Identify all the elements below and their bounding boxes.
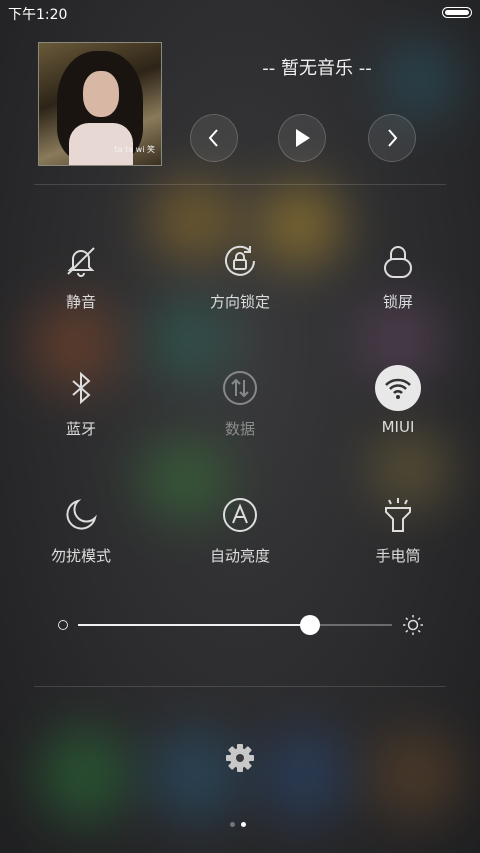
album-caption: ta ta wi 笑 xyxy=(114,145,155,154)
rotation-lock-icon xyxy=(217,238,263,284)
toggle-do-not-disturb[interactable]: 勿扰模式 xyxy=(21,492,141,572)
toggle-rotation-lock[interactable]: 方向锁定 xyxy=(180,238,300,318)
page-indicator xyxy=(230,812,252,831)
play-icon xyxy=(296,129,310,147)
mobile-data-icon xyxy=(217,365,263,411)
play-button[interactable] xyxy=(278,114,326,162)
lock-icon xyxy=(375,238,421,284)
flashlight-icon xyxy=(375,492,421,538)
moon-icon xyxy=(58,492,104,538)
chevron-right-icon xyxy=(388,129,398,147)
next-track-button[interactable] xyxy=(368,114,416,162)
toggle-label: 锁屏 xyxy=(382,293,413,311)
page-dot-active xyxy=(241,822,246,827)
toggle-wifi[interactable]: MIUI xyxy=(338,365,458,445)
bluetooth-icon xyxy=(58,365,104,411)
toggle-label: 方向锁定 xyxy=(209,293,270,311)
toggle-label: 勿扰模式 xyxy=(50,547,111,565)
toggle-flashlight[interactable]: 手电筒 xyxy=(338,492,458,572)
status-time: 下午1:20 xyxy=(8,7,68,23)
toggle-label: 自动亮度 xyxy=(209,547,270,565)
previous-track-button[interactable] xyxy=(190,114,238,162)
settings-button[interactable] xyxy=(222,740,258,776)
toggle-label: 手电筒 xyxy=(375,547,421,565)
slider-thumb[interactable] xyxy=(300,615,321,635)
music-widget: ta ta wi 笑 -- 暂无音乐 -- xyxy=(38,42,446,168)
song-title: -- 暂无音乐 -- xyxy=(262,58,372,79)
slider-track[interactable] xyxy=(78,615,392,635)
toggle-label: 静音 xyxy=(65,293,96,311)
auto-brightness-icon xyxy=(217,492,263,538)
toggle-bluetooth[interactable]: 蓝牙 xyxy=(21,365,141,445)
page-dot xyxy=(230,822,235,827)
toggle-auto-brightness[interactable]: 自动亮度 xyxy=(180,492,300,572)
mute-bell-icon xyxy=(58,238,104,284)
toggle-label: 数据 xyxy=(224,420,255,438)
brightness-slider[interactable] xyxy=(56,614,430,636)
brightness-high-icon xyxy=(403,615,423,635)
toggle-lock-screen[interactable]: 锁屏 xyxy=(338,238,458,318)
divider xyxy=(34,686,446,687)
battery-icon xyxy=(442,7,472,18)
divider xyxy=(34,184,446,185)
album-art[interactable]: ta ta wi 笑 xyxy=(38,42,162,166)
toggle-label: 蓝牙 xyxy=(65,420,96,438)
toggle-mute[interactable]: 静音 xyxy=(21,238,141,318)
wifi-icon xyxy=(375,365,421,411)
gear-icon xyxy=(226,744,254,772)
chevron-left-icon xyxy=(208,129,218,147)
toggle-mobile-data[interactable]: 数据 xyxy=(180,365,300,445)
status-bar: 下午1:20 xyxy=(0,0,480,26)
slider-fill xyxy=(78,624,311,626)
brightness-low-icon xyxy=(58,620,68,630)
toggle-label: MIUI xyxy=(381,418,415,436)
